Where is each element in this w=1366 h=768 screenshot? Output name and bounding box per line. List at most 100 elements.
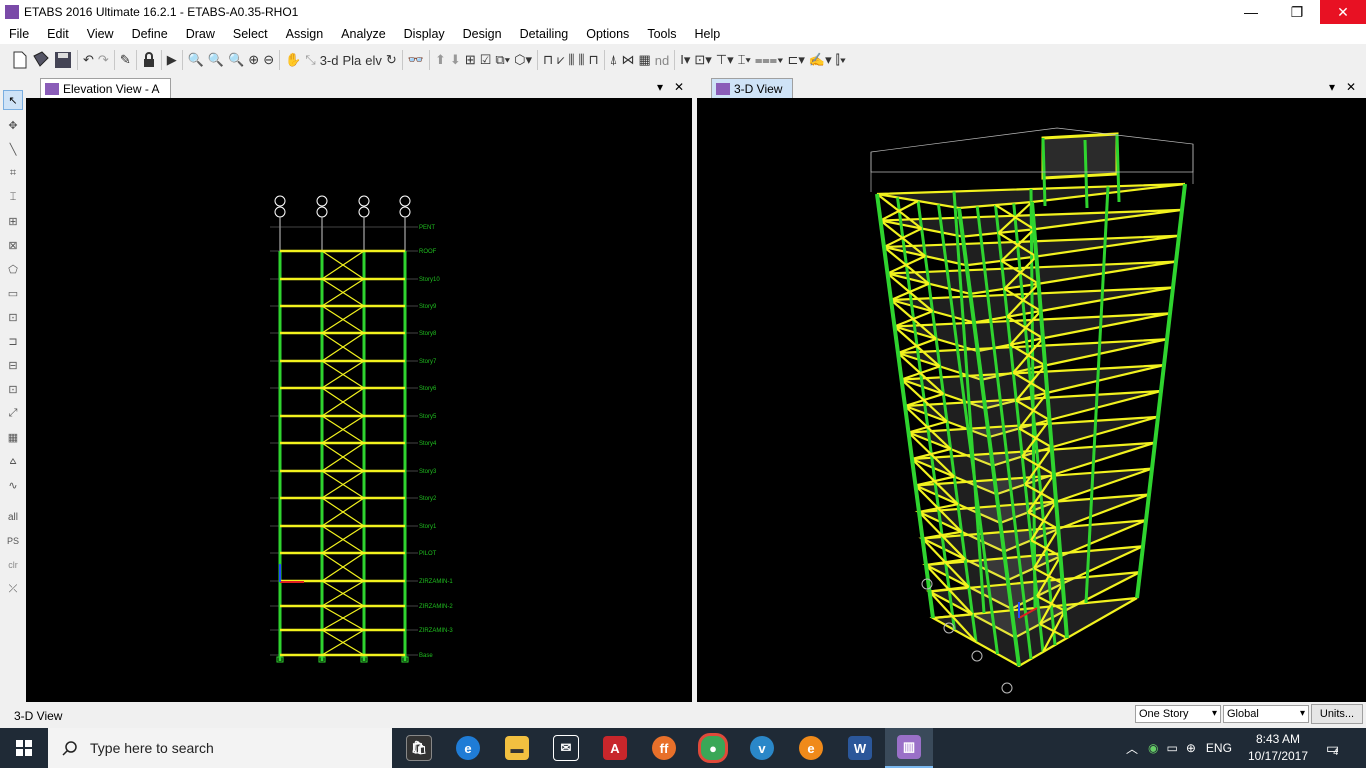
3d-view-tab[interactable]: 3-D View bbox=[711, 78, 794, 98]
text-cursor-icon[interactable]: I▾ bbox=[680, 50, 690, 70]
move-down-icon[interactable]: ⬇ bbox=[450, 50, 461, 70]
close-button[interactable]: ✕ bbox=[1320, 0, 1366, 24]
draw-link-icon[interactable]: ⤢ bbox=[4, 404, 22, 422]
draw-brace-icon[interactable]: ⊠ bbox=[4, 236, 22, 254]
battery-icon[interactable]: ▭ bbox=[1167, 741, 1178, 755]
draw-tendon-icon[interactable]: ⩟ bbox=[4, 452, 22, 470]
chevron-down-icon[interactable]: ▾ bbox=[1329, 80, 1335, 94]
edge-icon[interactable]: e bbox=[444, 728, 492, 768]
perspective-icon[interactable]: 👓 bbox=[408, 50, 424, 70]
zoom-in-icon[interactable]: ⊕ bbox=[248, 50, 259, 70]
elevation-view-button[interactable]: elv bbox=[365, 50, 382, 70]
menu-options[interactable]: Options bbox=[577, 27, 638, 41]
save-icon[interactable] bbox=[54, 50, 72, 70]
lock-icon[interactable] bbox=[142, 50, 156, 70]
3d-canvas[interactable] bbox=[697, 98, 1366, 702]
brace-icon[interactable]: ⩶▾ bbox=[755, 50, 784, 70]
menu-file[interactable]: File bbox=[0, 27, 38, 41]
firefox-icon[interactable]: ff bbox=[640, 728, 688, 768]
menu-detailing[interactable]: Detailing bbox=[511, 27, 578, 41]
file-explorer-icon[interactable]: ▬ bbox=[493, 728, 541, 768]
draw-floor-icon[interactable]: ⬠ bbox=[4, 260, 22, 278]
etabs-taskbar-icon[interactable]: ▥ bbox=[885, 728, 933, 768]
draw-opening-icon[interactable]: ⊡ bbox=[4, 380, 22, 398]
paint-icon[interactable]: ✍▾ bbox=[809, 50, 832, 70]
language-indicator[interactable]: ENG bbox=[1206, 741, 1232, 755]
column-icon[interactable]: ⌶▾ bbox=[738, 50, 751, 70]
shell-forces-icon[interactable]: ⫼ bbox=[578, 50, 584, 70]
autocad-icon[interactable]: A bbox=[591, 728, 639, 768]
menu-define[interactable]: Define bbox=[123, 27, 177, 41]
chevron-down-icon[interactable]: ▾ bbox=[657, 80, 663, 94]
intersect-select-icon[interactable]: ⤫ bbox=[4, 580, 22, 598]
frame-icon[interactable]: ⊓ bbox=[543, 50, 553, 70]
story-select[interactable]: One Story ▾ bbox=[1135, 705, 1221, 723]
reshape-icon[interactable]: ✥ bbox=[4, 116, 22, 134]
draw-beam-icon[interactable]: ⊞ bbox=[4, 212, 22, 230]
chevron-up-icon[interactable]: ︿ bbox=[1126, 740, 1138, 757]
quick-wall-icon[interactable]: ⊟ bbox=[4, 356, 22, 374]
menu-display[interactable]: Display bbox=[395, 27, 454, 41]
link-icon[interactable]: ⋈ bbox=[621, 50, 634, 70]
beam-icon[interactable]: ⊤▾ bbox=[716, 50, 734, 70]
quick-floor-icon[interactable]: ⊡ bbox=[4, 308, 22, 326]
measure-icon[interactable]: ⤡ bbox=[305, 50, 315, 70]
move-up-icon[interactable]: ⬆ bbox=[435, 50, 446, 70]
force-diagram-icon[interactable]: ⫼ bbox=[569, 50, 575, 70]
minimize-button[interactable]: — bbox=[1228, 0, 1274, 24]
pan-icon[interactable]: ✋ bbox=[285, 50, 301, 70]
undo-icon[interactable]: ↶ bbox=[83, 50, 94, 70]
object-shrink-icon[interactable]: ⊞ bbox=[465, 50, 476, 70]
draw-wave-icon[interactable]: ∿ bbox=[4, 476, 22, 494]
menu-analyze[interactable]: Analyze bbox=[332, 27, 394, 41]
word-icon[interactable]: W bbox=[836, 728, 884, 768]
security-icon[interactable]: ◉ bbox=[1148, 741, 1158, 755]
zoom-out-icon[interactable]: ⊖ bbox=[263, 50, 274, 70]
previous-selection-button[interactable]: PS bbox=[4, 532, 22, 550]
close-icon[interactable]: ✕ bbox=[1346, 80, 1356, 94]
run-analysis-icon[interactable]: ▶ bbox=[167, 50, 177, 70]
store-icon[interactable]: 🛍 bbox=[395, 728, 443, 768]
frame-sections-icon[interactable]: ⊓ bbox=[588, 50, 598, 70]
zoom-window-icon[interactable]: 🔍 bbox=[188, 50, 204, 70]
view-box-icon[interactable]: ⧉▾ bbox=[495, 50, 510, 70]
elevation-canvas[interactable]: PENT ROOF Story10 Story9 Story8 Story7 Story6 S… bbox=[26, 98, 692, 702]
select-all-button[interactable]: all bbox=[4, 508, 22, 526]
elevation-view-tab[interactable]: Elevation View - A bbox=[40, 78, 171, 98]
menu-draw[interactable]: Draw bbox=[177, 27, 224, 41]
windows-start-icon[interactable] bbox=[0, 728, 48, 768]
draw-rect-floor-icon[interactable]: ▭ bbox=[4, 284, 22, 302]
menu-view[interactable]: View bbox=[78, 27, 123, 41]
coordinate-system-select[interactable]: Global ▾ bbox=[1223, 705, 1309, 723]
units-button[interactable]: Units... bbox=[1311, 704, 1363, 724]
draw-line-icon[interactable]: ╲ bbox=[4, 140, 22, 158]
menu-tools[interactable]: Tools bbox=[638, 27, 685, 41]
section-cut-icon[interactable]: ▦ bbox=[638, 50, 650, 70]
clear-selection-button[interactable]: clr bbox=[4, 556, 22, 574]
wall-icon[interactable]: ⊡▾ bbox=[694, 50, 711, 70]
select-pointer-icon[interactable]: ↖ bbox=[3, 90, 23, 110]
mail-icon[interactable]: ✉ bbox=[542, 728, 590, 768]
chrome-icon[interactable]: ● bbox=[689, 728, 737, 768]
nd-button[interactable]: nd bbox=[655, 50, 669, 70]
rotate-icon[interactable]: ↻ bbox=[386, 50, 397, 70]
vpn-icon[interactable]: v bbox=[738, 728, 786, 768]
open-model-icon[interactable] bbox=[32, 50, 50, 70]
joint-icon[interactable]: ⍋ bbox=[610, 50, 618, 70]
draw-column-icon[interactable]: ⌶ bbox=[4, 188, 22, 206]
pencil-icon[interactable]: ✎ bbox=[120, 50, 131, 70]
draw-frame-icon[interactable]: ⌗ bbox=[4, 164, 22, 182]
notifications-icon[interactable]: ▭ 4 bbox=[1326, 728, 1339, 768]
view-3d-button[interactable]: 3-d bbox=[320, 50, 339, 70]
menu-select[interactable]: Select bbox=[224, 27, 277, 41]
download-manager-icon[interactable]: e bbox=[787, 728, 835, 768]
new-model-icon[interactable] bbox=[12, 50, 28, 70]
extrude-icon[interactable]: ⬡▾ bbox=[514, 50, 532, 70]
menu-design[interactable]: Design bbox=[454, 27, 511, 41]
menu-help[interactable]: Help bbox=[686, 27, 730, 41]
deformed-shape-icon[interactable]: ⩗ bbox=[557, 50, 564, 70]
zoom-default-icon[interactable]: 🔍 bbox=[228, 50, 244, 70]
set-display-options-icon[interactable]: ☑ bbox=[480, 50, 492, 70]
menu-edit[interactable]: Edit bbox=[38, 27, 78, 41]
network-icon[interactable]: ⊕ bbox=[1186, 741, 1196, 755]
